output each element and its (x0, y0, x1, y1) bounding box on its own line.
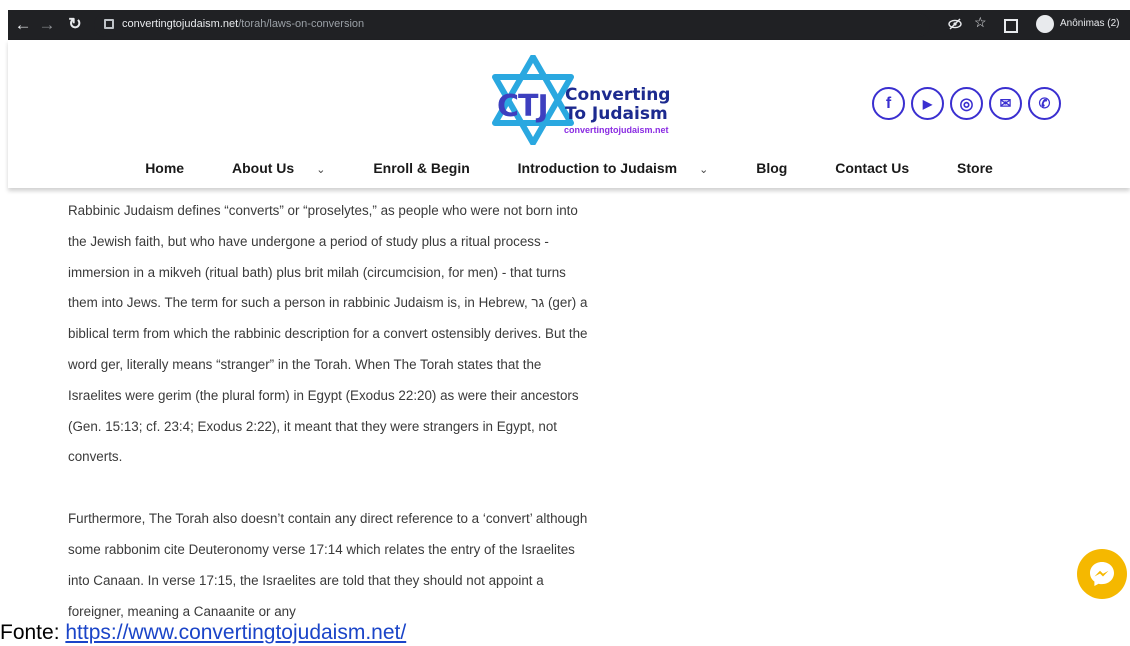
url-path: /torah/laws-on-conversion (238, 18, 365, 30)
nav-item-blog[interactable]: Blog (745, 160, 798, 176)
caption-prefix: Fonte: (0, 621, 66, 644)
nav-label: Blog (756, 160, 788, 176)
nav-item-introduction-to-judaism[interactable]: Introduction to Judaism ⌄ (507, 160, 720, 176)
side-panel-icon[interactable] (1004, 19, 1018, 33)
url-domain: convertingtojudaism.net (122, 18, 239, 30)
chevron-down-icon: ⌄ (699, 164, 709, 176)
messenger-chat-button[interactable] (1077, 549, 1127, 599)
source-caption: Fonte: https://www.convertingtojudaism.n… (0, 621, 1130, 646)
nav-label: Home (145, 160, 185, 176)
bookmark-star-icon[interactable]: ☆ (974, 14, 987, 31)
nav-item-contact-us[interactable]: Contact Us (824, 160, 920, 176)
nav-item-enroll-begin[interactable]: Enroll & Begin (362, 160, 480, 176)
profile-label[interactable]: Anônimas (2) (1060, 18, 1119, 29)
facebook-icon[interactable]: f (872, 87, 905, 120)
url-text[interactable]: convertingtojudaism.net/torah/laws-on-co… (122, 18, 364, 30)
eye-slash-icon[interactable] (948, 17, 962, 31)
nav-item-about-us[interactable]: About Us ⌄ (221, 160, 336, 176)
youtube-icon[interactable]: ▶ (911, 87, 944, 120)
nav-label: Contact Us (835, 160, 910, 176)
source-link[interactable]: https://www.convertingtojudaism.net/ (65, 621, 406, 644)
nav-item-store[interactable]: Store (946, 160, 1004, 176)
logo-mark: CTJ (497, 89, 549, 124)
site-header: CTJ Converting To Judaism convertingtoju… (8, 40, 1130, 188)
site-logo[interactable]: CTJ Converting To Judaism convertingtoju… (488, 55, 708, 145)
social-links: f ▶ ◎ ✉ ✆ (872, 87, 1061, 120)
logo-line-1: Converting (565, 85, 671, 105)
nav-label: Store (957, 160, 993, 176)
reload-icon[interactable]: ↻ (64, 14, 86, 36)
article-paragraph-1: Rabbinic Judaism defines “converts” or “… (68, 203, 588, 465)
whatsapp-icon[interactable]: ✆ (1028, 87, 1061, 120)
nav-label: About Us (231, 160, 295, 176)
nav-item-home[interactable]: Home (134, 160, 195, 176)
address-bar[interactable]: convertingtojudaism.net/torah/laws-on-co… (94, 13, 930, 37)
nav-label: Enroll & Begin (373, 160, 470, 176)
logo-line-2: To Judaism (565, 104, 668, 124)
instagram-icon[interactable]: ◎ (950, 87, 983, 120)
logo-subtitle: convertingtojudaism.net (564, 125, 669, 135)
lock-icon[interactable] (104, 19, 114, 29)
main-nav: Home About Us ⌄ Enroll & Begin Introducti… (8, 160, 1130, 176)
chevron-down-icon: ⌄ (316, 164, 326, 176)
nav-label: Introduction to Judaism (517, 160, 678, 176)
messenger-icon (1090, 562, 1114, 586)
incognito-icon[interactable] (1036, 15, 1054, 33)
email-icon[interactable]: ✉ (989, 87, 1022, 120)
article-body: Rabbinic Judaism defines “converts” or “… (68, 196, 588, 627)
back-arrow-icon[interactable]: ← (12, 14, 34, 36)
article-paragraph-2: Furthermore, The Torah also doesn’t cont… (68, 511, 588, 619)
browser-toolbar: ← → ↻ convertingtojudaism.net/torah/laws… (8, 10, 1130, 40)
forward-arrow-icon[interactable]: → (36, 14, 58, 36)
